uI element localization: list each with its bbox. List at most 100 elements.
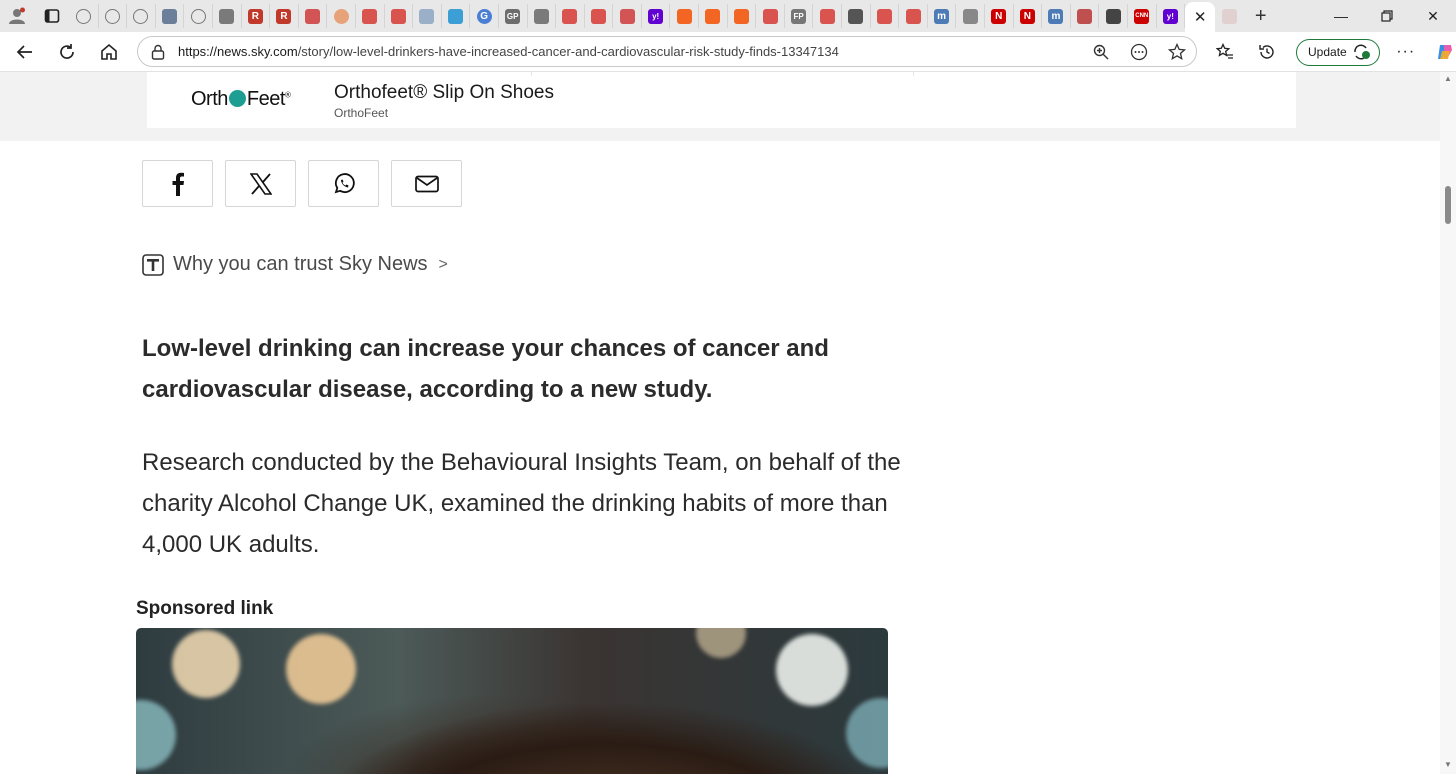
pinned-tab[interactable]: [956, 4, 985, 28]
tab-favicon-icon: [362, 8, 378, 24]
profile-button[interactable]: [0, 0, 34, 32]
minimize-button[interactable]: —: [1318, 0, 1364, 32]
page-scrollbar[interactable]: ▲ ▼: [1440, 72, 1456, 774]
favorites-button[interactable]: [1204, 32, 1246, 72]
window-controls: — ✕: [1318, 0, 1456, 32]
pinned-tab[interactable]: [613, 4, 642, 28]
star-icon: [1168, 42, 1186, 60]
pinned-tab[interactable]: [871, 4, 900, 28]
pinned-tab[interactable]: GP: [499, 4, 528, 28]
pinned-tab[interactable]: N: [1014, 4, 1043, 28]
lock-icon: [151, 44, 165, 60]
scroll-up-arrow-icon[interactable]: ▲: [1444, 74, 1452, 83]
ad-card[interactable]: Orth Feet® Orthofeet® Slip On Shoes Ortho…: [147, 72, 1296, 128]
tab-bar: R R G GP y! FP m N Nm CNN y! ✕ + — ✕: [0, 0, 1456, 32]
pinned-tab[interactable]: [385, 4, 414, 28]
pinned-tab[interactable]: R: [242, 4, 271, 28]
pinned-tab[interactable]: [99, 4, 128, 28]
scroll-down-arrow-icon[interactable]: ▼: [1444, 760, 1452, 769]
share-email-button[interactable]: [391, 160, 462, 207]
browser-toolbar: https://news.sky.com/story/low-level-dri…: [0, 32, 1456, 72]
minimize-icon: —: [1334, 8, 1348, 24]
favorite-button[interactable]: [1158, 42, 1196, 61]
pinned-tab[interactable]: [70, 4, 99, 28]
close-icon: ✕: [1427, 7, 1439, 24]
pinned-tab[interactable]: [699, 4, 728, 28]
tab-favicon-icon: [733, 8, 749, 24]
update-button[interactable]: Update: [1296, 38, 1380, 66]
share-whatsapp-button[interactable]: [308, 160, 379, 207]
url-text[interactable]: https://news.sky.com/story/low-level-dri…: [178, 44, 1082, 59]
chevron-right-icon: >: [438, 255, 448, 273]
pinned-tab[interactable]: [842, 4, 871, 28]
pinned-tab[interactable]: [299, 4, 328, 28]
pinned-tab[interactable]: [127, 4, 156, 28]
home-button[interactable]: [88, 32, 130, 72]
pinned-tab[interactable]: m: [928, 4, 957, 28]
sponsored-image[interactable]: [136, 628, 888, 774]
pinned-tab[interactable]: [413, 4, 442, 28]
scroll-thumb[interactable]: [1445, 186, 1451, 224]
tab-favicon-icon: FP: [791, 8, 807, 24]
pinned-tab[interactable]: R: [270, 4, 299, 28]
pinned-tab[interactable]: [899, 4, 928, 28]
pinned-tab[interactable]: [356, 4, 385, 28]
pinned-tab[interactable]: [756, 4, 785, 28]
tab-actions-button[interactable]: [34, 0, 70, 32]
share-x-button[interactable]: [225, 160, 296, 207]
pinned-tab[interactable]: CNN: [1128, 4, 1157, 28]
pinned-tab[interactable]: [813, 4, 843, 28]
pinned-tab[interactable]: [1099, 4, 1128, 28]
pinned-tab[interactable]: FP: [785, 4, 814, 28]
tab-favicon-icon: [1221, 8, 1237, 24]
close-window-button[interactable]: ✕: [1410, 0, 1456, 32]
pinned-tab[interactable]: [1215, 4, 1244, 28]
page-viewport: Orth Feet® Orthofeet® Slip On Shoes Ortho…: [0, 72, 1440, 774]
address-bar[interactable]: https://news.sky.com/story/low-level-dri…: [137, 36, 1197, 67]
reading-view-button[interactable]: [1120, 43, 1158, 61]
ad-advertiser: OrthoFeet: [334, 106, 389, 120]
pinned-tab-strip: R R G GP y! FP m N Nm CNN y!: [70, 0, 1186, 32]
tab-favicon-icon: [1077, 8, 1093, 24]
pinned-tab[interactable]: [442, 4, 471, 28]
tab-favicon-icon: N: [1019, 8, 1035, 24]
history-button[interactable]: [1246, 32, 1288, 72]
tab-favicon-icon: CNN: [1134, 8, 1150, 24]
update-label: Update: [1308, 45, 1347, 59]
pinned-tab[interactable]: [585, 4, 614, 28]
pinned-tab[interactable]: [728, 4, 757, 28]
site-info-button[interactable]: [138, 44, 178, 60]
pinned-tab[interactable]: [670, 4, 700, 28]
restore-button[interactable]: [1364, 0, 1410, 32]
pinned-tab[interactable]: [327, 4, 356, 28]
zoom-button[interactable]: [1082, 44, 1120, 60]
pinned-tab[interactable]: [213, 4, 242, 28]
tab-favicon-icon: y!: [648, 8, 664, 24]
orthofeet-logo: Orth Feet®: [191, 88, 291, 110]
pinned-tab[interactable]: [184, 4, 213, 28]
new-tab-button[interactable]: +: [1244, 0, 1278, 32]
settings-more-button[interactable]: ···: [1388, 32, 1424, 72]
pinned-tab[interactable]: N: [985, 4, 1014, 28]
update-badge-icon: [1353, 44, 1370, 60]
pinned-tab[interactable]: m: [1042, 4, 1071, 28]
pinned-tab[interactable]: G: [470, 4, 499, 28]
trust-link[interactable]: Why you can trust Sky News >: [142, 253, 448, 276]
ad-divider: [913, 72, 914, 76]
refresh-button[interactable]: [46, 32, 88, 72]
pinned-tab[interactable]: [1071, 4, 1100, 28]
globe-icon: [76, 8, 92, 24]
pinned-tab[interactable]: y!: [642, 4, 671, 28]
pinned-tab[interactable]: y!: [1157, 4, 1186, 28]
pinned-tab[interactable]: [556, 4, 585, 28]
active-tab-close[interactable]: ✕: [1185, 2, 1216, 32]
globe-icon: [133, 8, 149, 24]
share-facebook-button[interactable]: [142, 160, 213, 207]
pinned-tab[interactable]: [528, 4, 557, 28]
pinned-tab[interactable]: [156, 4, 185, 28]
back-button[interactable]: [4, 32, 46, 72]
tab-favicon-icon: [819, 8, 835, 24]
copilot-button[interactable]: [1424, 32, 1456, 72]
tab-favicon-icon: [162, 8, 178, 24]
ad-title[interactable]: Orthofeet® Slip On Shoes: [334, 82, 554, 104]
